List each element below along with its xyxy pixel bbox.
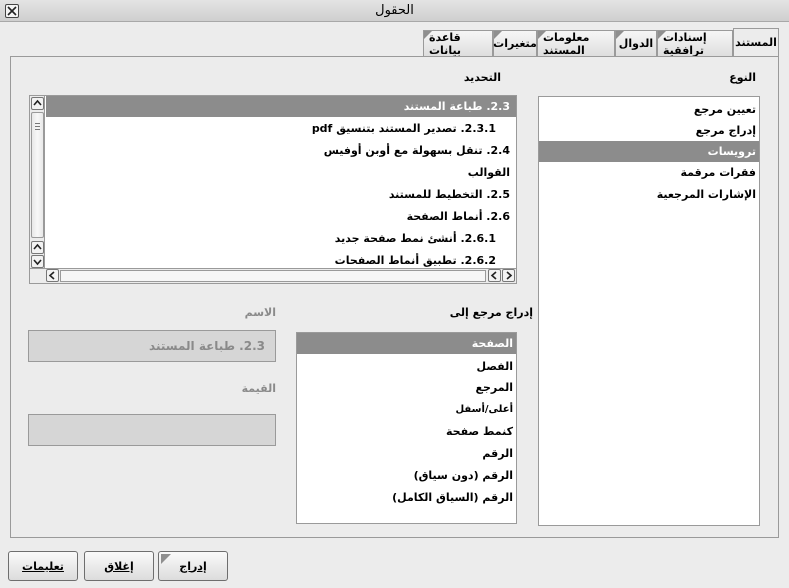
- value-label: القيمة: [241, 382, 276, 395]
- list-item[interactable]: الفصل: [297, 356, 516, 377]
- list-item[interactable]: أعلى/أسفل: [297, 399, 516, 420]
- tab-variables[interactable]: متغيرات: [493, 30, 537, 56]
- help-button[interactable]: تعليمات: [8, 551, 78, 581]
- tab-functions[interactable]: الدوال: [615, 30, 657, 56]
- list-item[interactable]: فقرات مرقمة: [539, 162, 759, 183]
- selection-label: التحديد: [463, 71, 501, 84]
- tab-corner-icon: [616, 31, 624, 39]
- list-item[interactable]: الرقم (السياق الكامل): [297, 487, 516, 508]
- list-item[interactable]: إدراج مرجع: [539, 120, 759, 141]
- insert-reference-list[interactable]: الصفحة الفصل المرجع أعلى/أسفل كنمط صفحة …: [296, 332, 517, 524]
- scroll-right-icon[interactable]: [502, 269, 515, 282]
- list-item[interactable]: كنمط صفحة: [297, 421, 516, 442]
- insert-button[interactable]: إدراج: [158, 551, 228, 581]
- tab-bar: المستند إسنادات ترافقية الدوال معلومات ا…: [423, 28, 779, 57]
- scroll-down-icon[interactable]: [31, 255, 44, 268]
- tab-cross-references[interactable]: إسنادات ترافقية: [657, 30, 733, 57]
- scroll-up-icon[interactable]: [31, 241, 44, 254]
- list-item[interactable]: 2.6. أنماط الصفحة: [46, 206, 516, 227]
- scroll-track[interactable]: [60, 270, 486, 282]
- tab-document-info[interactable]: معلومات المستند: [537, 30, 615, 57]
- close-button[interactable]: إغلاق: [84, 551, 154, 581]
- tab-corner-icon: [494, 31, 502, 39]
- list-item[interactable]: الإشارات المرجعية: [539, 184, 759, 205]
- list-item[interactable]: 2.5. التخطيط للمستند: [46, 184, 516, 205]
- selection-list[interactable]: 2.3. طباعة المستند 2.3.1. تصدير المستند …: [29, 95, 517, 284]
- default-corner-icon: [161, 554, 171, 564]
- scroll-up-icon[interactable]: [31, 97, 44, 110]
- horizontal-scrollbar[interactable]: [30, 268, 516, 283]
- list-item[interactable]: الرقم: [297, 443, 516, 464]
- list-item[interactable]: ترويسات: [539, 141, 759, 162]
- tab-document[interactable]: المستند: [733, 28, 779, 56]
- tab-database[interactable]: قاعدة بيانات: [423, 30, 493, 57]
- type-list[interactable]: تعيين مرجع إدراج مرجع ترويسات فقرات مرقم…: [538, 96, 760, 526]
- scroll-left-icon[interactable]: [488, 269, 501, 282]
- tab-corner-icon: [424, 31, 432, 39]
- scroll-left-icon[interactable]: [46, 269, 59, 282]
- list-item[interactable]: الصفحة: [297, 333, 516, 354]
- window-title: الحقول: [375, 3, 414, 18]
- list-item[interactable]: 2.3. طباعة المستند: [46, 96, 516, 117]
- tab-corner-icon: [658, 31, 666, 39]
- list-item[interactable]: 2.6.1. أنشئ نمط صفحة جديد: [46, 228, 516, 249]
- list-item[interactable]: الرقم (دون سياق): [297, 465, 516, 486]
- list-item[interactable]: المرجع: [297, 377, 516, 398]
- title-bar: الحقول: [0, 0, 789, 22]
- tab-corner-icon: [538, 31, 546, 39]
- name-field[interactable]: 2.3. طباعة المستند: [28, 330, 276, 362]
- scroll-thumb[interactable]: [31, 112, 44, 238]
- list-item[interactable]: 2.4. تنقل بسهولة مع أوبن أوفيس: [46, 140, 516, 161]
- insert-reference-label: إدراج مرجع إلى: [449, 306, 533, 319]
- list-item[interactable]: تعيين مرجع: [539, 99, 759, 120]
- type-label: النوع: [729, 71, 756, 84]
- vertical-scrollbar[interactable]: [30, 96, 45, 268]
- list-item[interactable]: القوالب: [46, 162, 516, 183]
- name-label: الاسم: [244, 306, 276, 319]
- value-field[interactable]: [28, 414, 276, 446]
- list-item[interactable]: 2.3.1. تصدير المستند بتنسيق pdf: [46, 118, 516, 139]
